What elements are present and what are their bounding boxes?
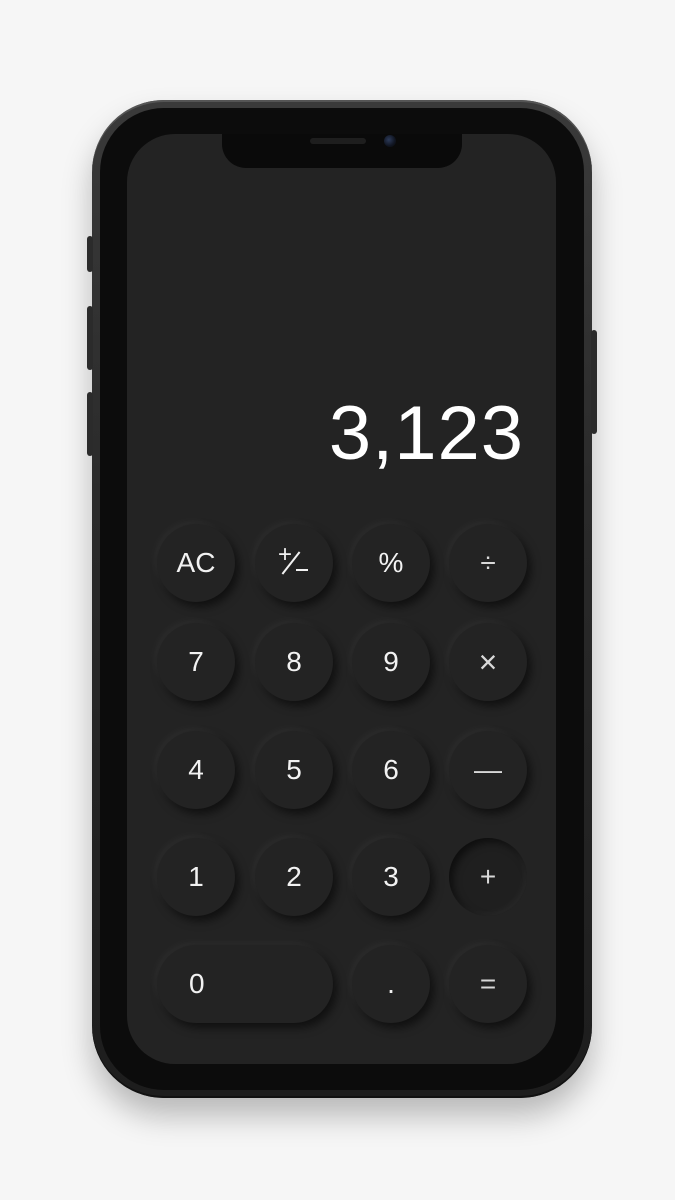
volume-down-button (87, 392, 93, 456)
digit-8-button[interactable]: 8 (255, 623, 333, 701)
result-display: 3,123 (328, 391, 524, 476)
digit-1-button[interactable]: 1 (157, 838, 235, 916)
ac-button[interactable]: AC (157, 524, 235, 602)
digit-0-button[interactable]: 0 (157, 945, 333, 1023)
decimal-point-button[interactable]: . (352, 945, 430, 1023)
notch (222, 134, 462, 168)
plus-minus-button[interactable]: + (255, 524, 333, 602)
volume-up-button (87, 306, 93, 370)
plus-minus-icon-minus (296, 569, 308, 571)
stage: 3,123 AC + % ÷ 7 8 9 × 4 5 6 — 1 2 3 + 0… (0, 0, 675, 1200)
digit-6-button[interactable]: 6 (352, 731, 430, 809)
minus-button[interactable]: — (449, 731, 527, 809)
digit-2-button[interactable]: 2 (255, 838, 333, 916)
digit-3-button[interactable]: 3 (352, 838, 430, 916)
digit-7-button[interactable]: 7 (157, 623, 235, 701)
plus-minus-icon: + (276, 541, 312, 581)
equals-button[interactable]: = (449, 945, 527, 1023)
front-camera-icon (384, 135, 396, 147)
percent-button[interactable]: % (352, 524, 430, 602)
divide-button[interactable]: ÷ (449, 524, 527, 602)
speaker-grille (310, 138, 366, 144)
calculator-screen: 3,123 AC + % ÷ 7 8 9 × 4 5 6 — 1 2 3 + 0… (127, 134, 556, 1064)
digit-9-button[interactable]: 9 (352, 623, 430, 701)
digit-5-button[interactable]: 5 (255, 731, 333, 809)
mute-switch (87, 236, 93, 272)
multiply-button[interactable]: × (449, 623, 527, 701)
digit-4-button[interactable]: 4 (157, 731, 235, 809)
plus-button[interactable]: + (449, 838, 527, 916)
power-button (591, 330, 597, 434)
